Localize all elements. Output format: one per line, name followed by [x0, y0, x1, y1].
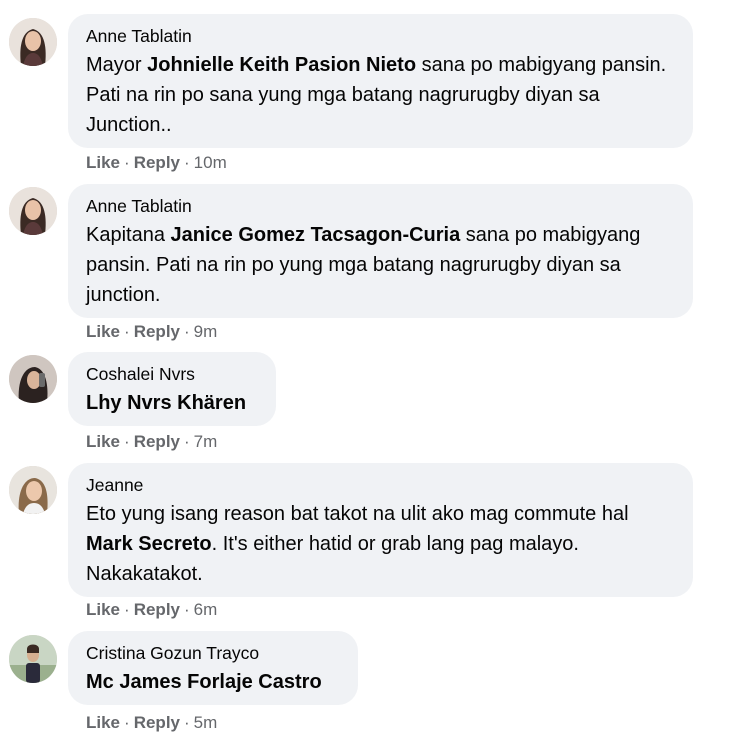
comment-text: Lhy Nvrs Khären [86, 388, 257, 418]
like-link[interactable]: Like [86, 153, 120, 172]
tagged-name[interactable]: Johnielle Keith Pasion Nieto [147, 54, 416, 76]
comment-text: Kapitana Janice Gomez Tacsagon-Curia san… [86, 224, 641, 306]
comment-bubble: Anne Tablatin Mayor Johnielle Keith Pasi… [68, 14, 693, 148]
tagged-name[interactable]: Mc James Forlaje Castro [86, 671, 322, 693]
avatar[interactable] [9, 466, 57, 514]
comment-author[interactable]: Anne Tablatin [86, 26, 674, 47]
timestamp[interactable]: 6m [194, 600, 218, 619]
comment-text: Mc James Forlaje Castro [86, 667, 339, 697]
comment-bubble: Cristina Gozun Trayco Mc James Forlaje C… [68, 631, 358, 705]
reply-link[interactable]: Reply [134, 322, 180, 341]
comment-item: Anne Tablatin Mayor Johnielle Keith Pasi… [0, 0, 750, 175]
reply-link[interactable]: Reply [134, 153, 180, 172]
woman-blonde-avatar-icon [9, 466, 57, 514]
like-link[interactable]: Like [86, 600, 120, 619]
person-outdoor-avatar-icon [9, 635, 57, 683]
comment-actions: Like · Reply · 9m [86, 322, 218, 341]
comment-item: Anne Tablatin Kapitana Janice Gomez Tacs… [0, 182, 750, 342]
tagged-name[interactable]: Janice Gomez Tacsagon-Curia [171, 224, 461, 246]
comment-author[interactable]: Cristina Gozun Trayco [86, 643, 339, 664]
comment-actions: Like · Reply · 7m [86, 432, 218, 451]
avatar[interactable] [9, 355, 57, 403]
comment-bubble: Anne Tablatin Kapitana Janice Gomez Tacs… [68, 184, 693, 318]
woman-long-hair-avatar-icon [9, 187, 57, 235]
reply-link[interactable]: Reply [134, 432, 180, 451]
avatar[interactable] [9, 635, 57, 683]
comment-item: Jeanne Eto yung isang reason bat takot n… [0, 460, 750, 625]
like-link[interactable]: Like [86, 713, 120, 732]
comment-author[interactable]: Coshalei Nvrs [86, 364, 257, 385]
comment-bubble: Jeanne Eto yung isang reason bat takot n… [68, 463, 693, 597]
comment-author[interactable]: Anne Tablatin [86, 196, 674, 217]
tagged-name[interactable]: Lhy Nvrs Khären [86, 392, 246, 414]
comment-bubble: Coshalei Nvrs Lhy Nvrs Khären [68, 352, 276, 426]
comment-author[interactable]: Jeanne [86, 475, 674, 496]
comment-actions: Like · Reply · 5m [86, 713, 218, 732]
tagged-name[interactable]: Mark Secreto [86, 533, 212, 555]
comment-text: Eto yung isang reason bat takot na ulit … [86, 503, 629, 585]
comment-actions: Like · Reply · 6m [86, 600, 218, 619]
comment-item: Coshalei Nvrs Lhy Nvrs Khären Like · Reply… [0, 350, 750, 455]
timestamp[interactable]: 5m [194, 713, 218, 732]
woman-long-hair-avatar-icon [9, 18, 57, 66]
reply-link[interactable]: Reply [134, 600, 180, 619]
timestamp[interactable]: 9m [194, 322, 218, 341]
comment-actions: Like · Reply · 10m [86, 153, 227, 172]
comment-item: Cristina Gozun Trayco Mc James Forlaje C… [0, 629, 750, 743]
comment-text: Mayor Johnielle Keith Pasion Nieto sana … [86, 54, 667, 136]
like-link[interactable]: Like [86, 432, 120, 451]
avatar[interactable] [9, 187, 57, 235]
timestamp[interactable]: 10m [194, 153, 227, 172]
reply-link[interactable]: Reply [134, 713, 180, 732]
like-link[interactable]: Like [86, 322, 120, 341]
woman-selfie-avatar-icon [9, 355, 57, 403]
avatar[interactable] [9, 18, 57, 66]
timestamp[interactable]: 7m [194, 432, 218, 451]
